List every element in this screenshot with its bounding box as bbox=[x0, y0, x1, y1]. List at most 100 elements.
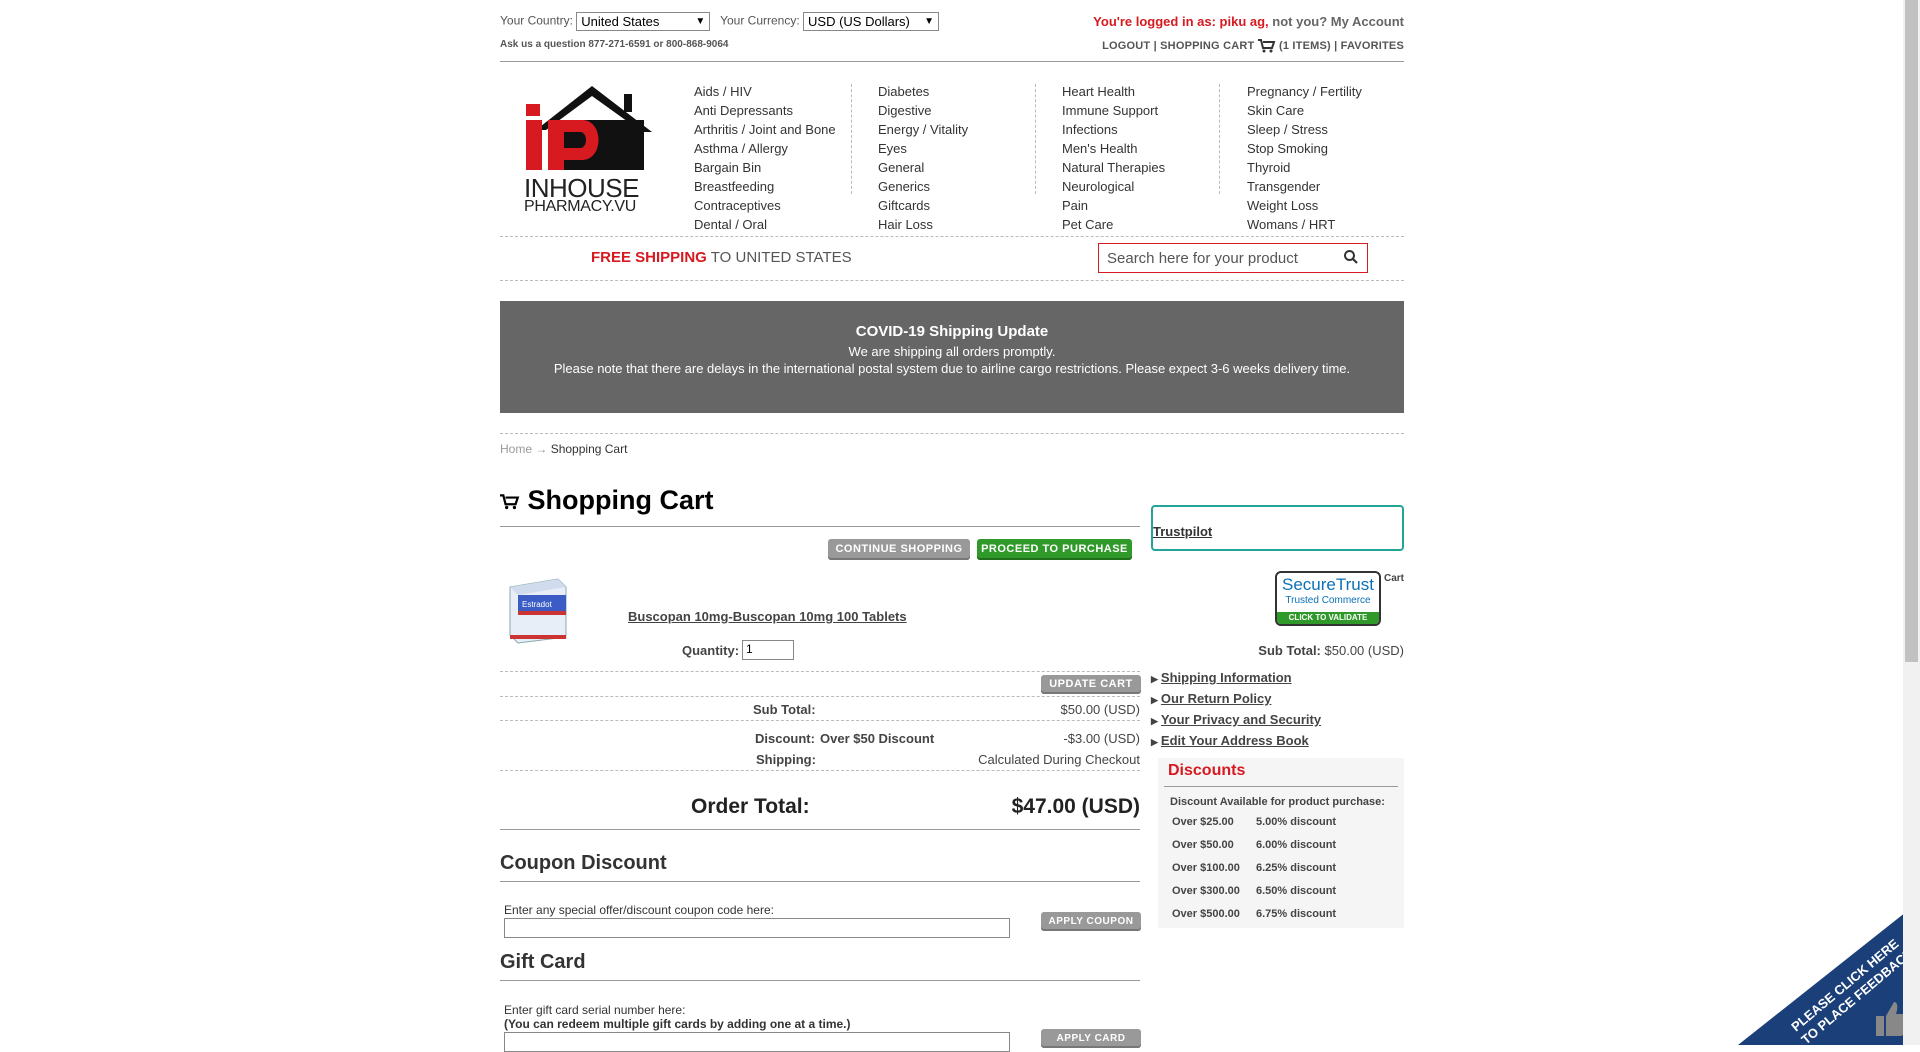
site-logo[interactable]: INHOUSE PHARMACY.VU bbox=[524, 80, 654, 215]
category-link[interactable]: Breastfeeding bbox=[694, 177, 836, 196]
discount-tier-percent: 6.50% discount bbox=[1256, 885, 1337, 897]
shipping-info-link[interactable]: Shipping Information bbox=[1161, 670, 1292, 685]
order-total-value: $47.00 (USD) bbox=[1011, 795, 1140, 818]
covid-title: COVID-19 Shipping Update bbox=[855, 323, 1049, 340]
category-link[interactable]: Heart Health bbox=[1062, 82, 1165, 101]
arrow-right-icon: ▶ bbox=[1151, 716, 1158, 726]
category-link[interactable]: General bbox=[878, 158, 968, 177]
cart-items-count[interactable]: (1 ITEMS) bbox=[1279, 40, 1331, 52]
coupon-title: Coupon Discount bbox=[500, 852, 667, 874]
category-link[interactable]: Neurological bbox=[1062, 177, 1165, 196]
apply-card-button[interactable]: APPLY CARD bbox=[1041, 1029, 1141, 1048]
dropdown-arrow-icon: ▼ bbox=[924, 16, 935, 27]
update-cart-button[interactable]: UPDATE CART bbox=[1041, 675, 1141, 694]
category-link[interactable]: Transgender bbox=[1247, 177, 1362, 196]
category-link[interactable]: Aids / HIV bbox=[694, 82, 836, 101]
divider bbox=[1164, 786, 1398, 787]
securetrust-badge[interactable]: SecureTrust Trusted Commerce CLICK TO VA… bbox=[1275, 571, 1381, 626]
free-shipping-banner: FREE SHIPPING TO UNITED STATES bbox=[591, 249, 852, 266]
search-icon[interactable] bbox=[1343, 249, 1359, 265]
category-link[interactable]: Arthritis / Joint and Bone bbox=[694, 120, 836, 139]
divider bbox=[500, 720, 1140, 721]
breadcrumb-home[interactable]: Home bbox=[500, 442, 532, 456]
product-image[interactable]: Estradot bbox=[506, 577, 570, 645]
discount-tier-amount: Over $100.00 bbox=[1172, 862, 1240, 874]
not-you-link[interactable]: not you? bbox=[1272, 14, 1327, 29]
breadcrumb-arrow-icon: → bbox=[535, 442, 548, 456]
securetrust-title: SecureTrust bbox=[1282, 575, 1374, 594]
category-link[interactable]: Digestive bbox=[878, 101, 968, 120]
category-link[interactable]: Skin Care bbox=[1247, 101, 1362, 120]
continue-shopping-button[interactable]: CONTINUE SHOPPING bbox=[828, 539, 970, 560]
category-link[interactable]: Diabetes bbox=[878, 82, 968, 101]
category-link[interactable]: Giftcards bbox=[878, 196, 968, 215]
covid-banner: COVID-19 Shipping Update We are shipping… bbox=[500, 301, 1404, 413]
scrollbar-thumb[interactable] bbox=[1905, 0, 1918, 662]
cart-icon[interactable] bbox=[1257, 39, 1276, 53]
quantity-label: Quantity: bbox=[682, 643, 740, 658]
logo-subtext: PHARMACY.VU bbox=[524, 198, 636, 215]
category-link[interactable]: Natural Therapies bbox=[1062, 158, 1165, 177]
discount-tier-percent: 6.25% discount bbox=[1256, 862, 1337, 874]
category-link[interactable]: Pain bbox=[1062, 196, 1165, 215]
divider bbox=[500, 881, 1140, 882]
category-link[interactable]: Bargain Bin bbox=[694, 158, 836, 177]
country-select[interactable]: United States ▼ bbox=[576, 12, 711, 31]
arrow-right-icon: ▶ bbox=[1151, 737, 1158, 747]
coupon-input[interactable] bbox=[504, 918, 1010, 938]
item-subtotal: Sub Total: $50.00 (USD) bbox=[1258, 643, 1404, 658]
shipping-label: Shipping: bbox=[756, 752, 816, 767]
currency-select[interactable]: USD (US Dollars) ▼ bbox=[803, 12, 940, 31]
info-link-item: ▶ Shipping Information bbox=[1151, 668, 1321, 689]
discount-tier-amount: Over $300.00 bbox=[1172, 885, 1240, 897]
proceed-to-purchase-button[interactable]: PROCEED TO PURCHASE bbox=[977, 539, 1132, 560]
trustpilot-link[interactable]: Trustpilot bbox=[1153, 524, 1212, 539]
cart-icon bbox=[500, 494, 520, 510]
category-link[interactable]: Weight Loss bbox=[1247, 196, 1362, 215]
category-link[interactable]: Thyroid bbox=[1247, 158, 1362, 177]
category-link[interactable]: Stop Smoking bbox=[1247, 139, 1362, 158]
trustpilot-widget[interactable]: Trustpilot bbox=[1151, 505, 1404, 551]
search-input[interactable]: Search here for your product bbox=[1098, 243, 1368, 273]
item-subtotal-label: Sub Total: bbox=[1258, 643, 1321, 658]
category-link[interactable]: Energy / Vitality bbox=[878, 120, 968, 139]
category-link[interactable]: Generics bbox=[878, 177, 968, 196]
product-link[interactable]: Buscopan 10mg-Buscopan 10mg 100 Tablets bbox=[628, 609, 907, 624]
category-column-4: Pregnancy / Fertility Skin Care Sleep / … bbox=[1247, 82, 1362, 234]
vertical-scrollbar[interactable] bbox=[1903, 0, 1920, 1045]
category-link[interactable]: Men's Health bbox=[1062, 139, 1165, 158]
category-link[interactable]: Womans / HRT bbox=[1247, 215, 1362, 234]
category-link[interactable]: Dental / Oral bbox=[694, 215, 836, 234]
discount-tier-percent: 6.00% discount bbox=[1256, 839, 1337, 851]
return-policy-link[interactable]: Our Return Policy bbox=[1161, 691, 1272, 706]
discount-tier-amount: Over $500.00 bbox=[1172, 908, 1240, 920]
divider bbox=[500, 526, 1140, 527]
logout-link[interactable]: LOGOUT bbox=[1102, 40, 1150, 52]
shopping-cart-link[interactable]: SHOPPING CART bbox=[1160, 40, 1254, 52]
favorites-link[interactable]: FAVORITES bbox=[1341, 40, 1404, 52]
info-link-item: ▶ Your Privacy and Security bbox=[1151, 710, 1321, 731]
category-link[interactable]: Eyes bbox=[878, 139, 968, 158]
category-link[interactable]: Asthma / Allergy bbox=[694, 139, 836, 158]
category-link[interactable]: Hair Loss bbox=[878, 215, 968, 234]
category-link[interactable]: Immune Support bbox=[1062, 101, 1165, 120]
category-link[interactable]: Infections bbox=[1062, 120, 1165, 139]
category-link[interactable]: Contraceptives bbox=[694, 196, 836, 215]
discounts-title: Discounts bbox=[1168, 762, 1246, 779]
category-link[interactable]: Anti Depressants bbox=[694, 101, 836, 120]
quantity-input[interactable]: 1 bbox=[742, 640, 794, 660]
privacy-link[interactable]: Your Privacy and Security bbox=[1161, 712, 1321, 727]
page-title: Shopping Cart bbox=[500, 485, 714, 516]
category-link[interactable]: Pregnancy / Fertility bbox=[1247, 82, 1362, 101]
country-select-value: United States bbox=[581, 14, 660, 29]
category-link[interactable]: Sleep / Stress bbox=[1247, 120, 1362, 139]
divider bbox=[500, 433, 1404, 434]
address-book-link[interactable]: Edit Your Address Book bbox=[1161, 733, 1309, 748]
apply-coupon-button[interactable]: APPLY COUPON bbox=[1041, 912, 1141, 931]
feedback-tab[interactable]: PLEASE CLICK HERE TO PLACE FEEDBACK bbox=[1738, 912, 1906, 1045]
giftcard-input[interactable] bbox=[504, 1032, 1010, 1052]
page-title-text: Shopping Cart bbox=[527, 485, 714, 515]
search-placeholder: Search here for your product bbox=[1107, 250, 1298, 267]
category-link[interactable]: Pet Care bbox=[1062, 215, 1165, 234]
my-account-link[interactable]: My Account bbox=[1331, 14, 1404, 29]
